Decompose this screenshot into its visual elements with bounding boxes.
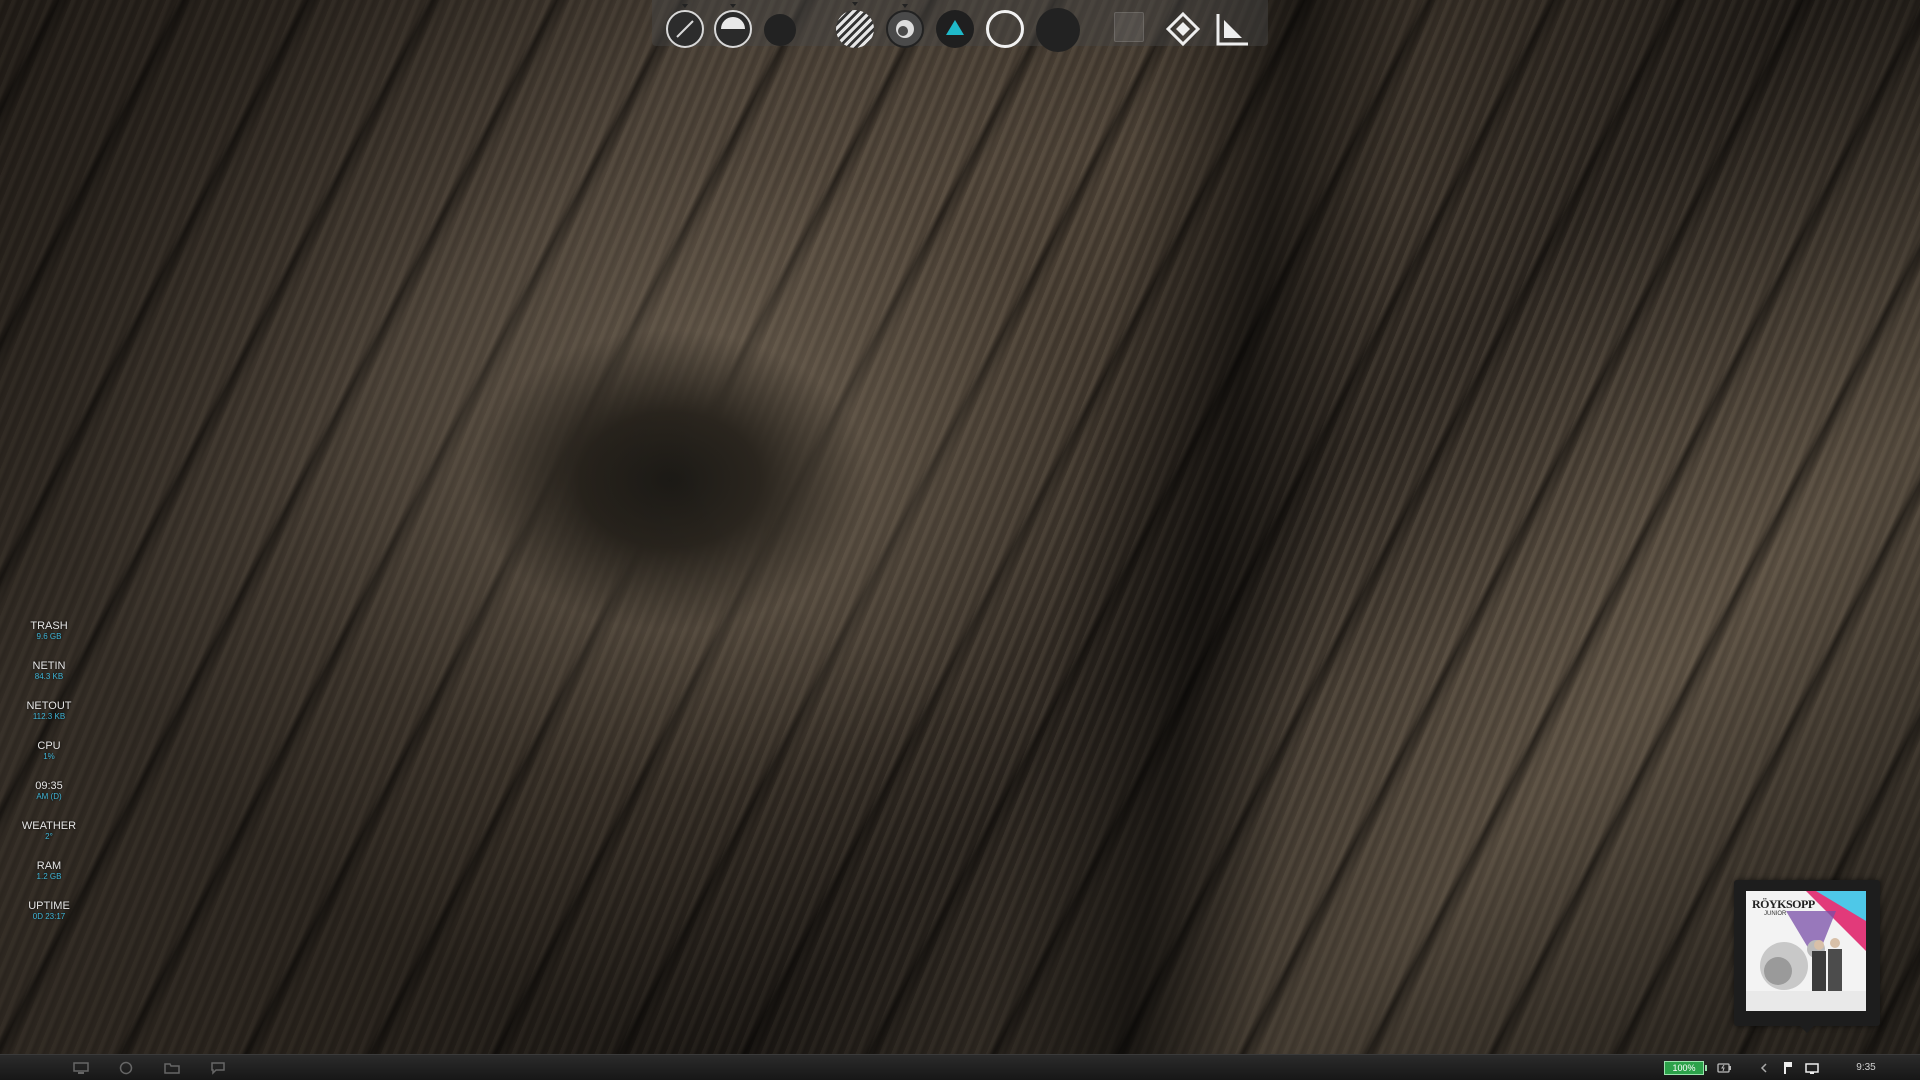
battery-charging-icon[interactable] [1716,1060,1732,1076]
widget-value: 1% [43,752,55,761]
widget-value: 0D 23:17 [32,912,66,921]
folder-icon[interactable] [164,1061,180,1075]
widget-value: 112.3 KB [32,712,66,721]
app-white-ring-icon[interactable] [986,10,1024,48]
chevron-left-icon[interactable] [1756,1060,1772,1076]
widget-ram[interactable]: RAM 1.2 GB [14,860,84,900]
now-playing-popup[interactable]: RÖYKSOPP JUNIOR [1734,880,1880,1033]
top-dock [652,0,1268,52]
display-icon[interactable] [1804,1060,1820,1076]
taskbar-clock[interactable]: 9:35 [1848,1061,1884,1075]
network-flag-icon[interactable] [1780,1060,1796,1076]
computer-icon[interactable] [73,1061,89,1075]
widget-label: WEATHER [21,820,77,832]
running-indicator [682,4,688,8]
widget-value: 9.6 GB [36,632,62,641]
widget-label: TRASH [30,620,68,632]
desktop: TRASH 9.6 GB NETIN 84.3 KB NETOUT 112.3 … [0,0,1920,1080]
app-striped-circle-icon[interactable] [836,2,874,48]
widget-trash[interactable]: TRASH 9.6 GB [14,620,84,660]
widget-label: 09:35 [35,780,63,792]
app-dark-circle-icon[interactable] [764,14,796,46]
app-faded-square-icon[interactable] [1114,12,1144,42]
chat-icon[interactable] [210,1061,226,1075]
widget-value: 2° [45,832,53,841]
widget-clock[interactable]: 09:35 AM (D) [14,780,84,820]
widget-label: NETIN [32,660,66,672]
widget-label: CPU [37,740,61,752]
widget-label: UPTIME [28,900,70,912]
app-diamond-icon[interactable] [1164,10,1202,48]
running-indicator [852,2,858,6]
app-dark-disc-icon[interactable] [1036,8,1080,52]
widget-netout[interactable]: NETOUT 112.3 KB [14,700,84,740]
running-indicator [902,4,908,8]
running-indicator [730,4,736,8]
system-widgets: TRASH 9.6 GB NETIN 84.3 KB NETOUT 112.3 … [14,620,84,940]
album-title: RÖYKSOPP [1752,897,1815,911]
widget-weather[interactable]: WEATHER 2° [14,820,84,860]
widget-netin[interactable]: NETIN 84.3 KB [14,660,84,700]
app-corner-triangle-icon[interactable] [1214,10,1252,48]
taskbar: 100% 9:35 [0,1054,1920,1080]
widget-label: RAM [36,860,62,872]
app-aperture-icon[interactable] [886,4,924,48]
app-cyan-triangle-icon[interactable] [936,10,974,48]
widget-label: NETOUT [26,700,72,712]
app-diagonal-slash-icon[interactable] [666,4,704,48]
widget-value: AM (D) [36,792,62,801]
widget-cpu[interactable]: CPU 1% [14,740,84,780]
widget-uptime[interactable]: UPTIME 0D 23:17 [14,900,84,940]
app-half-circle-icon[interactable] [714,4,752,48]
globe-icon[interactable] [118,1061,134,1075]
album-subtitle: JUNIOR [1764,911,1787,917]
widget-value: 1.2 GB [36,872,62,881]
album-cover[interactable]: RÖYKSOPP JUNIOR [1746,891,1866,1011]
widget-value: 84.3 KB [34,672,64,681]
battery-indicator[interactable]: 100% [1664,1061,1707,1075]
